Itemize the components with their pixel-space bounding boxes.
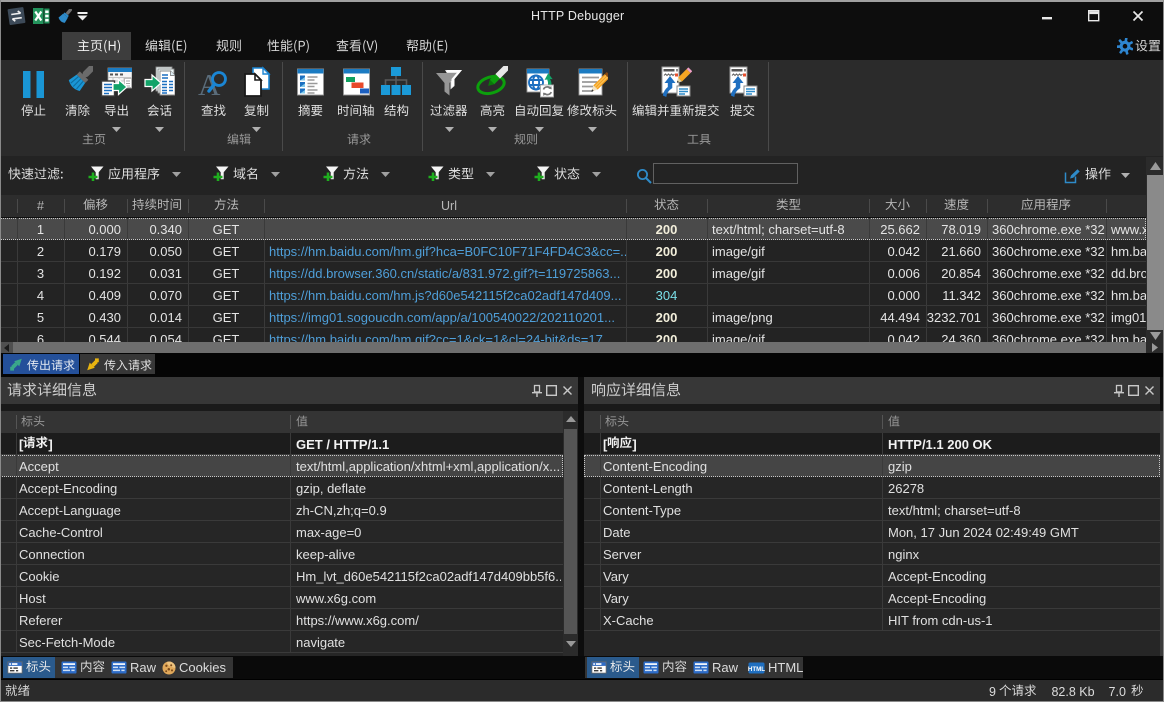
svg-text:HTML: HTML — [748, 666, 765, 673]
